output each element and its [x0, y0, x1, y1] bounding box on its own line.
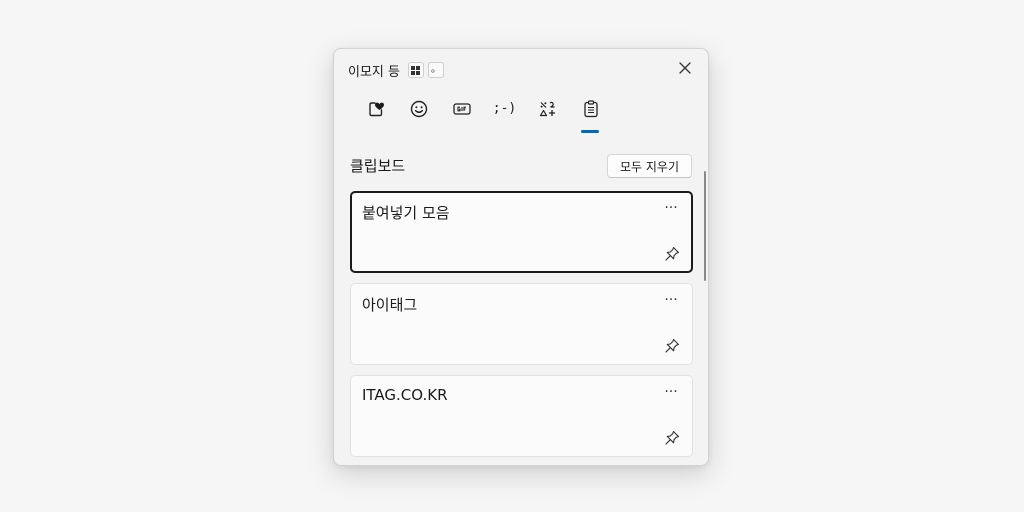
category-tabs: ;-) — [354, 97, 612, 133]
symbols-icon — [539, 101, 555, 117]
clipboard-icon — [583, 100, 598, 118]
clipboard-item[interactable]: 아이태그 ··· — [350, 283, 693, 365]
clipboard-item-text: 붙여넣기 모음 — [362, 204, 450, 222]
scrollbar[interactable] — [704, 171, 706, 281]
clipboard-item-text: 아이태그 — [362, 296, 418, 314]
close-icon — [679, 62, 691, 74]
clipboard-item[interactable]: 붙여넣기 모음 ··· — [350, 191, 693, 273]
more-options-button[interactable]: ··· — [660, 385, 682, 402]
more-options-button[interactable]: ··· — [660, 201, 682, 218]
clipboard-title: 클립보드 — [350, 157, 406, 175]
tab-gif[interactable] — [440, 97, 483, 133]
close-button[interactable] — [674, 57, 696, 79]
panel-title: 이모지 등 — [348, 64, 400, 80]
clipboard-item-text: ITAG.CO.KR — [362, 386, 448, 404]
period-key-chip: 。 — [427, 62, 444, 78]
gif-icon — [452, 103, 471, 115]
clipboard-item[interactable]: ITAG.CO.KR ··· — [350, 375, 693, 457]
tab-emoji[interactable] — [397, 97, 440, 133]
smiley-icon — [410, 100, 427, 118]
tab-clipboard[interactable] — [569, 97, 612, 133]
tab-symbols[interactable] — [526, 97, 569, 133]
more-options-button[interactable]: ··· — [660, 293, 682, 310]
title-row: 이모지 등 。 — [348, 60, 448, 80]
emoji-panel: 이모지 등 。 ;-) 클립보드 모두 지우기 붙여넣기 모음 ··· 아이태그… — [333, 48, 709, 466]
pin-icon[interactable] — [664, 246, 680, 262]
pin-icon[interactable] — [664, 338, 680, 354]
tab-kaomoji[interactable]: ;-) — [483, 97, 526, 133]
kaomoji-label: ;-) — [492, 101, 517, 116]
heart-sticker-icon — [368, 102, 384, 117]
clear-all-button[interactable]: 모두 지우기 — [607, 154, 692, 178]
pin-icon[interactable] — [664, 430, 680, 446]
clipboard-list: 붙여넣기 모음 ··· 아이태그 ··· ITAG.CO.KR ··· — [350, 191, 693, 465]
windows-logo-icon — [407, 62, 424, 78]
tab-favorites[interactable] — [354, 97, 397, 133]
